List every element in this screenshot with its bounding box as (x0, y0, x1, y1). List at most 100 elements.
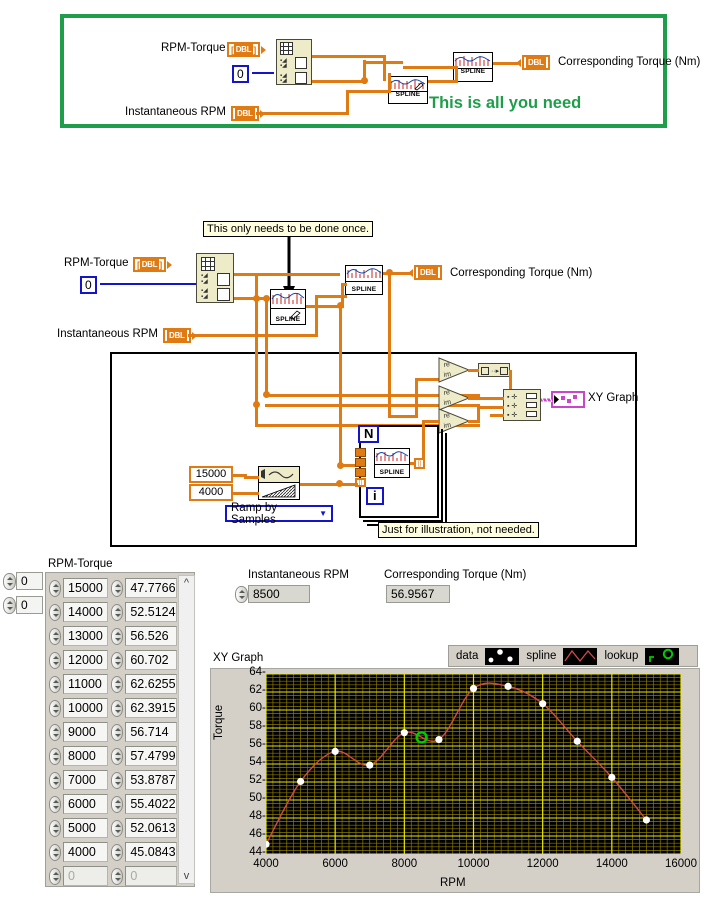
array-row[interactable]: 12000 60.702 (49, 648, 178, 672)
instantaneous-rpm-control[interactable]: 8500 (235, 585, 310, 603)
array-row[interactable]: 11000 62.6255 (49, 672, 178, 696)
top-rpm-torque-terminal[interactable]: [DBL] (227, 42, 266, 57)
array-row-torque[interactable]: 62.3915 (125, 698, 178, 718)
loop-spline-vi[interactable]: SPLINE (374, 448, 410, 478)
array-row-torque[interactable]: 52.0613 (125, 818, 178, 838)
array-row[interactable]: 7000 53.8787 (49, 768, 178, 792)
array-row-torque[interactable]: 52.5124 (125, 602, 178, 622)
array-row-rpm-spinner[interactable] (49, 579, 62, 597)
legend-swatch-lookup[interactable] (645, 647, 680, 665)
ramp-min-constant[interactable]: 4000 (189, 484, 233, 501)
build-array-node[interactable]: ▪ ✛ ▪ ✛ ▪ ✛ (503, 389, 541, 421)
array-row-rpm-spinner[interactable] (49, 771, 62, 789)
array-row-torque-spinner[interactable] (111, 819, 124, 837)
xy-graph-terminal[interactable] (551, 391, 585, 408)
main-index-array-node[interactable]: ▪◢ ▪◢ ▪◢ ▪◢ (196, 253, 234, 303)
array-row-rpm[interactable]: 13000 (63, 626, 109, 646)
array-row[interactable]: 00 (49, 864, 178, 888)
array-row[interactable]: 13000 56.526 (49, 624, 178, 648)
top-torque-indicator-terminal[interactable]: DBL (516, 55, 550, 70)
array-index-1-spinner[interactable] (3, 596, 16, 614)
array-row-torque-spinner[interactable] (111, 651, 124, 669)
array-row[interactable]: 8000 57.4799 (49, 744, 178, 768)
main-rpm-torque-terminal[interactable]: [DBL] (133, 257, 172, 272)
ramp-pattern-vi[interactable] (258, 466, 300, 500)
array-row-torque-spinner[interactable] (111, 627, 124, 645)
array-row[interactable]: 14000 52.5124 (49, 600, 178, 624)
array-row-torque-spinner[interactable] (111, 579, 124, 597)
array-row[interactable]: 4000 45.0843 (49, 840, 178, 864)
array-row-torque-spinner[interactable] (111, 747, 124, 765)
array-row-torque[interactable]: 53.8787 (125, 770, 178, 790)
array-row-rpm[interactable]: 10000 (63, 698, 109, 718)
array-row-rpm-spinner[interactable] (49, 699, 62, 717)
array-index-0-value[interactable]: 0 (16, 572, 43, 590)
array-row-rpm[interactable]: 7000 (63, 770, 109, 790)
chevron-down-icon[interactable]: ▼ (319, 509, 327, 518)
top-index-constant[interactable]: 0 (232, 65, 249, 83)
array-row[interactable]: 5000 52.0613 (49, 816, 178, 840)
array-row-torque-spinner[interactable] (111, 603, 124, 621)
array-row-rpm-spinner[interactable] (49, 651, 62, 669)
legend-swatch-data[interactable] (485, 647, 520, 665)
array-row-rpm-spinner[interactable] (49, 747, 62, 765)
array-row-torque[interactable]: 55.4022 (125, 794, 178, 814)
array-row-torque[interactable]: 0 (125, 866, 178, 886)
array-row-rpm[interactable]: 14000 (63, 602, 109, 622)
array-row-rpm[interactable]: 9000 (63, 722, 109, 742)
array-vertical-scrollbar[interactable]: ^ v (178, 575, 195, 884)
main-spline-vi-build[interactable]: SPLINE (270, 289, 306, 325)
array-index-0-spinner[interactable] (3, 572, 16, 590)
main-spline-vi-lookup[interactable]: SPLINE (345, 265, 383, 295)
scroll-down-icon[interactable]: v (184, 869, 190, 883)
top-spline-vi-1[interactable]: SPLINE (388, 76, 428, 104)
instantaneous-rpm-spinner[interactable] (235, 585, 248, 603)
instantaneous-rpm-value[interactable]: 8500 (248, 585, 310, 603)
array-row-rpm-spinner[interactable] (49, 867, 62, 885)
array-row-torque[interactable]: 57.4799 (125, 746, 178, 766)
array-row-torque-spinner[interactable] (111, 795, 124, 813)
array-row-torque[interactable]: 47.7766 (125, 578, 178, 598)
top-spline-vi-2[interactable]: SPLINE (453, 52, 493, 82)
top-index-array-node[interactable]: ▪◢ ▪◢ ▪◢ ▪◢ (276, 39, 312, 85)
array-row-rpm-spinner[interactable] (49, 819, 62, 837)
array-row-rpm-spinner[interactable] (49, 843, 62, 861)
main-torque-indicator-terminal[interactable]: DBL (408, 265, 442, 280)
array-row-rpm-spinner[interactable] (49, 723, 62, 741)
array-row-rpm[interactable]: 11000 (63, 674, 109, 694)
array-row[interactable]: 6000 55.4022 (49, 792, 178, 816)
array-row-rpm[interactable]: 0 (63, 866, 109, 886)
array-row-rpm-spinner[interactable] (49, 675, 62, 693)
array-row-torque-spinner[interactable] (111, 723, 124, 741)
array-row-torque[interactable]: 56.526 (125, 626, 178, 646)
array-index-1-value[interactable]: 0 (16, 596, 43, 614)
array-row-torque[interactable]: 45.0843 (125, 842, 178, 862)
scroll-up-icon[interactable]: ^ (184, 576, 189, 590)
array-row-rpm[interactable]: 4000 (63, 842, 109, 862)
array-row-rpm[interactable]: 5000 (63, 818, 109, 838)
array-row-torque[interactable]: 62.6255 (125, 674, 178, 694)
array-row[interactable]: 10000 62.3915 (49, 696, 178, 720)
bundle-node-1[interactable]: re im (438, 357, 470, 383)
array-row-torque-spinner[interactable] (111, 675, 124, 693)
legend-swatch-spline[interactable] (563, 647, 598, 665)
array-index-0[interactable]: 0 (3, 572, 43, 590)
array-row-torque[interactable]: 56.714 (125, 722, 178, 742)
array-row-rpm-spinner[interactable] (49, 627, 62, 645)
convert-node[interactable]: ··▸ (478, 363, 510, 377)
ramp-max-constant[interactable]: 15000 (189, 466, 233, 483)
array-row-torque-spinner[interactable] (111, 771, 124, 789)
array-row-torque[interactable]: 60.702 (125, 650, 178, 670)
array-row-torque-spinner[interactable] (111, 699, 124, 717)
array-row[interactable]: 9000 56.714 (49, 720, 178, 744)
array-row-torque-spinner[interactable] (111, 843, 124, 861)
ramp-mode-dropdown[interactable]: Ramp by Samples ▼ (225, 502, 333, 526)
array-row-rpm[interactable]: 6000 (63, 794, 109, 814)
array-row-torque-spinner[interactable] (111, 867, 124, 885)
array-row[interactable]: 15000 47.7766 (49, 576, 178, 600)
array-row-rpm[interactable]: 12000 (63, 650, 109, 670)
graph-plot-legend[interactable]: data spline lookup (448, 645, 698, 667)
array-row-rpm-spinner[interactable] (49, 795, 62, 813)
main-index-constant[interactable]: 0 (80, 276, 97, 294)
array-index-1[interactable]: 0 (3, 596, 43, 614)
